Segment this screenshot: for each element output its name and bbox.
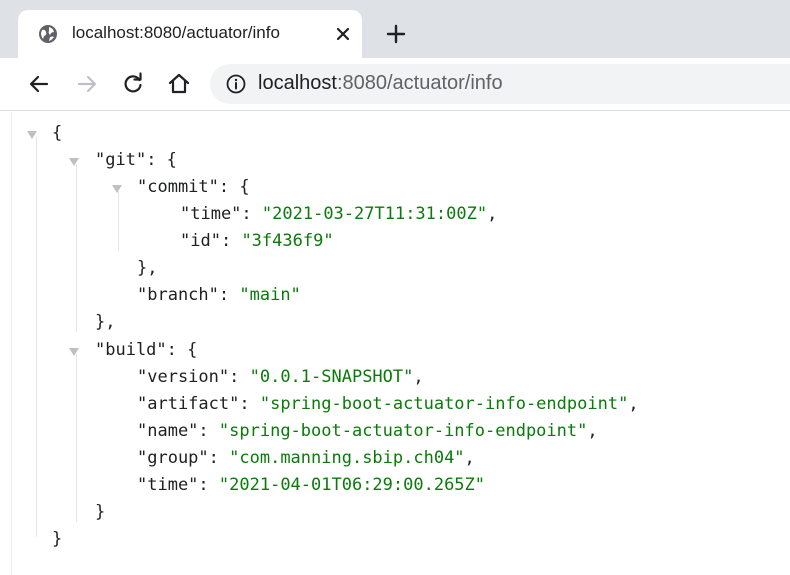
json-line: "version": "0.0.1-SNAPSHOT", — [137, 367, 424, 387]
json-line: } — [95, 502, 106, 522]
json-viewer: { "git": { "commit": { "time": "2021-03-… — [0, 112, 790, 575]
json-line: "group": "com.manning.sbip.ch04", — [137, 448, 475, 468]
json-line: }, — [95, 312, 116, 332]
json-key: "time" — [180, 204, 242, 224]
collapse-toggle-root[interactable] — [27, 131, 37, 139]
address-host: localhost — [258, 72, 337, 94]
collapse-toggle-git[interactable] — [69, 158, 79, 166]
json-value: "main" — [239, 285, 301, 305]
json-key: "build" — [95, 340, 167, 360]
json-key: "time" — [137, 475, 199, 495]
json-line: "commit": { — [137, 177, 250, 197]
json-value: "spring-boot-actuator-info-endpoint" — [218, 421, 588, 441]
indent-guide — [36, 137, 37, 537]
info-icon[interactable] — [226, 74, 246, 94]
tab-title: localhost:8080/actuator/info — [72, 23, 280, 42]
json-line: "git": { — [95, 150, 177, 170]
json-line: "artifact": "spring-boot-actuator-info-e… — [137, 394, 639, 414]
browser-toolbar: localhost:8080/actuator/info — [0, 58, 790, 111]
json-line: "build": { — [95, 340, 198, 360]
reload-icon[interactable] — [120, 71, 146, 97]
json-key: "group" — [137, 448, 209, 468]
indent-guide — [118, 191, 119, 251]
json-value: "2021-04-01T06:29:00.265Z" — [218, 475, 486, 495]
json-value: "2021-03-27T11:31:00Z" — [261, 204, 488, 224]
json-key: "git" — [95, 150, 147, 170]
json-value: "spring-boot-actuator-info-endpoint" — [259, 394, 629, 414]
indent-guide — [76, 354, 77, 522]
back-arrow-icon[interactable] — [26, 71, 52, 97]
json-line: "time": "2021-04-01T06:29:00.265Z" — [137, 475, 486, 495]
address-url[interactable]: localhost:8080/actuator/info — [258, 72, 503, 95]
json-line: } — [52, 529, 63, 549]
json-key: "commit" — [137, 177, 219, 197]
forward-arrow-icon[interactable] — [74, 71, 100, 97]
collapse-toggle-commit[interactable] — [112, 185, 122, 193]
close-icon[interactable] — [332, 23, 354, 45]
address-bar[interactable]: localhost:8080/actuator/info — [210, 64, 790, 104]
json-key: "id" — [180, 231, 221, 251]
json-key: "name" — [137, 421, 199, 441]
json-line: "id": "3f436f9" — [180, 231, 334, 251]
json-value: "3f436f9" — [241, 231, 334, 251]
json-line: { — [52, 123, 63, 143]
home-icon[interactable] — [166, 71, 192, 97]
json-value: "0.0.1-SNAPSHOT" — [249, 367, 414, 387]
address-path: :8080/actuator/info — [336, 72, 503, 94]
json-key: "version" — [137, 367, 230, 387]
collapse-toggle-build[interactable] — [69, 348, 79, 356]
json-key: "artifact" — [137, 394, 240, 414]
indent-guide — [76, 164, 77, 332]
globe-icon — [39, 25, 57, 43]
json-line: "name": "spring-boot-actuator-info-endpo… — [137, 421, 598, 441]
json-key: "branch" — [137, 285, 219, 305]
new-tab-icon[interactable] — [384, 22, 408, 46]
browser-tab[interactable]: localhost:8080/actuator/info — [18, 10, 362, 58]
tab-strip: localhost:8080/actuator/info — [0, 0, 790, 58]
json-line: }, — [137, 258, 158, 278]
json-line: "time": "2021-03-27T11:31:00Z", — [180, 204, 498, 224]
json-line: "branch": "main" — [137, 285, 301, 305]
json-value: "com.manning.sbip.ch04" — [229, 448, 465, 468]
